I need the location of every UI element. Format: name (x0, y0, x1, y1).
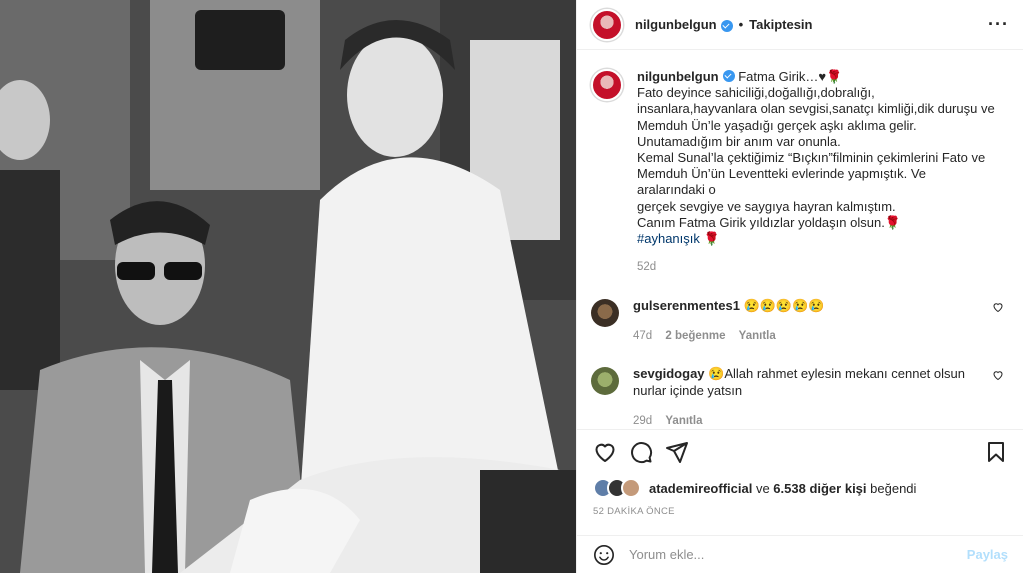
comment-body: gulserenmentes1 😢😢😢😢😢 47d 2 beğenme Yanı… (633, 297, 973, 345)
caption: nilgunbelgun Fatma Girik…♥🌹 Fato deyince… (637, 69, 997, 275)
bookmark-icon[interactable] (984, 440, 1008, 464)
author-username[interactable]: nilgunbelgun (635, 17, 717, 32)
heart-icon[interactable] (593, 440, 617, 464)
comment-likes[interactable]: 2 beğenme (665, 330, 725, 342)
more-icon[interactable]: ··· (988, 14, 1009, 35)
commenter-avatar[interactable] (591, 299, 619, 328)
liker-avatar (621, 478, 641, 498)
comment-username[interactable]: sevgidogay (633, 366, 705, 381)
emoji-icon[interactable] (593, 544, 615, 566)
caption-title: Fatma Girik…♥🌹 (738, 69, 843, 84)
reply-button[interactable]: Yanıtla (739, 330, 776, 342)
caption-username[interactable]: nilgunbelgun (637, 69, 719, 84)
caption-meta: 52d (637, 259, 997, 275)
comment-icon[interactable] (629, 440, 653, 464)
photo-illustration (0, 0, 576, 573)
likes-text: atademireofficial ve 6.538 diğer kişi be… (649, 481, 916, 496)
likes-summary[interactable]: atademireofficial ve 6.538 diğer kişi be… (593, 478, 916, 498)
comment-item: gulserenmentes1 😢😢😢😢😢 47d 2 beğenme Yanı… (591, 297, 1010, 345)
hashtag-link[interactable]: #ayhanışık (637, 231, 700, 246)
liker-username[interactable]: atademireofficial (649, 481, 752, 496)
action-bar (577, 429, 1023, 474)
post-header: nilgunbelgun • Takiptesin ··· (577, 0, 1023, 50)
comment-age[interactable]: 29d (633, 415, 652, 427)
comment-meta: 29d Yanıtla (633, 413, 973, 429)
post-comment-button[interactable]: Paylaş (967, 547, 1008, 562)
likes-others[interactable]: 6.538 diğer kişi (773, 481, 866, 496)
follow-status-button[interactable]: Takiptesin (749, 17, 812, 32)
post-side-panel: nilgunbelgun • Takiptesin ··· nilgunbelg… (576, 0, 1023, 573)
likes-joiner: ve (752, 480, 774, 496)
author-avatar[interactable] (591, 8, 623, 41)
post-photo[interactable] (0, 0, 576, 573)
likes-suffix: beğendi (866, 480, 917, 496)
add-comment-bar: Paylaş (577, 535, 1023, 573)
comment-heart-icon[interactable] (992, 301, 1004, 313)
comment-meta: 47d 2 beğenme Yanıtla (633, 328, 973, 345)
comment-heart-icon[interactable] (992, 369, 1004, 381)
reply-button[interactable]: Yanıtla (665, 415, 702, 427)
comment-username[interactable]: gulserenmentes1 (633, 298, 740, 313)
comment-text: 😢😢😢😢😢 (743, 298, 825, 314)
separator-dot: • (738, 17, 744, 32)
post-timestamp[interactable]: 52 DAKİKA ÖNCE (593, 506, 675, 517)
hashtag-suffix: 🌹 (699, 231, 720, 247)
comment-input[interactable] (629, 547, 949, 562)
share-icon[interactable] (665, 440, 689, 464)
caption-age[interactable]: 52d (637, 261, 656, 273)
verified-icon (720, 19, 733, 32)
caption-body: Fato deyince sahiciliği,doğallığı,dobral… (637, 85, 995, 230)
commenter-avatar[interactable] (591, 367, 619, 396)
comment-item: sevgidogay 😢Allah rahmet eylesin mekanı … (591, 365, 1010, 429)
comments-scroll-area[interactable]: nilgunbelgun Fatma Girik…♥🌹 Fato deyince… (577, 51, 1023, 429)
caption-row: nilgunbelgun Fatma Girik…♥🌹 Fato deyince… (591, 69, 1010, 275)
comment-body: sevgidogay 😢Allah rahmet eylesin mekanı … (633, 365, 973, 429)
verified-icon (722, 70, 735, 82)
comment-age[interactable]: 47d (633, 330, 652, 342)
caption-avatar[interactable] (591, 69, 623, 101)
